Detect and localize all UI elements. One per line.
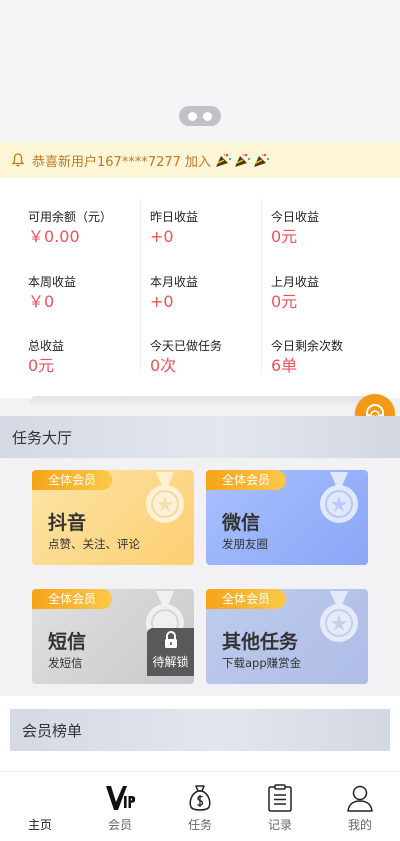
notice-text: 恭喜新用户167****7277 加入 (32, 154, 212, 170)
task-card-other[interactable]: 全体会员 其他任务 下载app赚赏金 (206, 589, 368, 684)
stat-value: 0元 (28, 356, 55, 375)
stat-value: 0元 (271, 227, 298, 246)
stat-yesterday-earnings: 昨日收益 +0 (150, 209, 270, 248)
money-bag-icon (185, 783, 215, 813)
stat-label: 本月收益 (150, 275, 199, 289)
stat-last-month-earnings: 上月收益 0元 (271, 274, 391, 313)
home-icon (25, 783, 55, 813)
vip-icon (105, 783, 135, 813)
tab-home[interactable]: 主页 (0, 772, 80, 841)
section-header-member-board: 会员榜单 (10, 709, 390, 751)
bell-icon (11, 153, 25, 167)
task-card-wechat[interactable]: 全体会员 微信 发朋友圈 (206, 470, 368, 565)
card-title: 短信 (48, 631, 87, 653)
stat-month-earnings: 本月收益 +0 (150, 274, 270, 313)
stat-value: ￥0 (28, 292, 55, 311)
stat-today-earnings: 今日收益 0元 (271, 209, 391, 248)
notice-bar: 恭喜新用户167****7277 加入 (0, 142, 400, 178)
section-header-task-hall: 任务大厅 (0, 416, 400, 458)
stat-label: 总收益 (28, 339, 65, 353)
member-tag: 全体会员 (206, 589, 286, 609)
banner-carousel[interactable] (0, 0, 400, 142)
stat-total-earnings: 总收益 0元 (28, 338, 148, 377)
member-tag: 全体会员 (32, 470, 112, 490)
member-tag: 全体会员 (32, 589, 112, 609)
stat-week-earnings: 本周收益 ￥0 (28, 274, 148, 313)
card-subtitle: 发短信 (48, 656, 83, 670)
stat-label: 今天已做任务 (150, 339, 223, 353)
tab-label: 记录 (267, 818, 292, 832)
card-title: 抖音 (48, 512, 87, 534)
celebration-icons (215, 152, 270, 168)
medal-icon (146, 472, 184, 523)
stat-label: 上月收益 (271, 275, 320, 289)
card-title: 微信 (222, 512, 261, 534)
member-tag: 全体会员 (206, 470, 286, 490)
stat-value: ￥0.00 (28, 227, 80, 246)
stat-label: 昨日收益 (150, 210, 199, 224)
stat-value: +0 (150, 227, 174, 246)
party-popper-icon (216, 153, 232, 167)
stats-shadow (30, 396, 370, 408)
lock-icon (164, 631, 177, 648)
task-card-sms[interactable]: 全体会员 短信 发短信 待解锁 (32, 589, 194, 684)
tab-label: 任务 (187, 818, 212, 832)
medal-icon (320, 591, 358, 642)
tab-records[interactable]: 记录 (240, 772, 320, 841)
card-subtitle: 下载app赚赏金 (222, 656, 302, 670)
tab-label: 我的 (347, 818, 372, 832)
section-title: 任务大厅 (12, 428, 73, 447)
card-subtitle: 发朋友圈 (222, 537, 268, 551)
stat-remaining-today: 今日剩余次数 6单 (271, 338, 391, 377)
medal-icon (320, 472, 358, 523)
carousel-dot[interactable] (188, 111, 197, 121)
tab-label: 会员 (107, 818, 132, 832)
tab-vip[interactable]: 会员 (80, 772, 160, 841)
stat-value: 0次 (150, 356, 177, 375)
stat-value: +0 (150, 292, 174, 311)
lock-label: 待解锁 (152, 655, 189, 669)
earnings-stats: 可用余额（元） ￥0.00 昨日收益 +0 今日收益 0元 本周收益 ￥0 本月… (0, 178, 400, 398)
card-title: 其他任务 (222, 631, 299, 653)
tab-tasks[interactable]: 任务 (160, 772, 240, 841)
card-subtitle: 点赞、关注、评论 (48, 537, 140, 551)
task-card-douyin[interactable]: 全体会员 抖音 点赞、关注、评论 (32, 470, 194, 565)
stat-label: 今日剩余次数 (271, 339, 344, 353)
tab-label: 主页 (27, 818, 52, 832)
tab-profile[interactable]: 我的 (320, 772, 400, 841)
carousel-dot[interactable] (203, 111, 212, 121)
locked-overlay[interactable]: 待解锁 (147, 628, 194, 676)
user-icon (345, 783, 375, 813)
stat-label: 本周收益 (28, 275, 77, 289)
carousel-indicator[interactable] (179, 106, 221, 126)
clipboard-icon (265, 783, 295, 813)
stat-value: 6单 (271, 356, 298, 375)
party-popper-icon (235, 153, 251, 167)
stat-available-balance: 可用余额（元） ￥0.00 (28, 209, 148, 248)
stat-tasks-done-today: 今天已做任务 0次 (150, 338, 270, 377)
stat-label: 可用余额（元） (28, 210, 113, 224)
party-popper-icon (254, 153, 270, 167)
section-title: 会员榜单 (22, 721, 83, 740)
stat-label: 今日收益 (271, 210, 320, 224)
stat-value: 0元 (271, 292, 298, 311)
bottom-tab-bar: 主页 会员 任务 记录 我的 (0, 771, 400, 841)
